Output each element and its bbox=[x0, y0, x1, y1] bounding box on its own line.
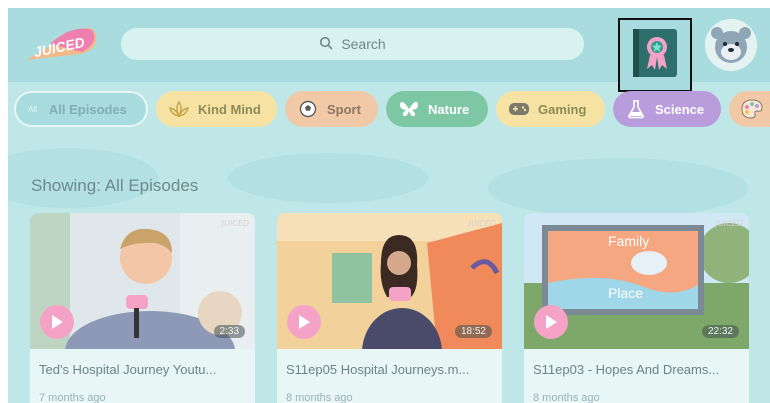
juiced-watermark-icon: JUICED bbox=[468, 219, 496, 228]
category-label: All Episodes bbox=[48, 101, 127, 117]
profile-avatar[interactable] bbox=[705, 19, 757, 71]
episode-card[interactable]: JUICED 18:52 S11ep05 Hospital Journeys.m… bbox=[277, 213, 502, 403]
flask-icon bbox=[625, 98, 647, 120]
episode-thumbnail[interactable]: JUICED 18:52 bbox=[277, 213, 502, 349]
search-bar[interactable]: Search bbox=[121, 28, 584, 60]
all-badge: All bbox=[28, 104, 37, 114]
butterfly-icon bbox=[398, 98, 420, 120]
gamepad-icon bbox=[508, 98, 530, 120]
duration-badge: 22:32 bbox=[701, 325, 739, 338]
achievements-book-button[interactable] bbox=[618, 18, 692, 92]
episode-date: 8 months ago bbox=[286, 392, 353, 403]
episode-date: 8 months ago bbox=[533, 392, 600, 403]
category-label: Sport bbox=[327, 101, 361, 117]
app-window: JUICED Search All All Episodes Kind Mind… bbox=[8, 8, 770, 403]
sign-text-family: Family bbox=[608, 233, 650, 249]
category-sport[interactable]: Sport bbox=[285, 91, 378, 127]
duration-badge: 18:52 bbox=[454, 325, 492, 338]
juiced-watermark-icon: JUICED bbox=[221, 219, 249, 228]
category-label: Kind Mind bbox=[198, 101, 261, 117]
background-cloud bbox=[488, 158, 748, 218]
background-cloud bbox=[228, 153, 428, 203]
episode-card[interactable]: JUICED 2:33 Ted's Hospital Journey Youtu… bbox=[30, 213, 255, 403]
play-icon bbox=[546, 315, 557, 329]
duration-badge: 2:33 bbox=[213, 325, 245, 338]
episode-card[interactable]: Family Place JUICED 22:32 S11ep03 - Hope… bbox=[524, 213, 749, 403]
category-bar: All All Episodes Kind Mind Sport Nature bbox=[8, 91, 770, 129]
top-bar: JUICED Search bbox=[8, 8, 770, 92]
category-label: Nature bbox=[428, 101, 470, 117]
play-button[interactable] bbox=[534, 305, 568, 339]
category-label: Gaming bbox=[538, 101, 587, 117]
play-icon bbox=[299, 315, 310, 329]
lotus-icon bbox=[168, 98, 190, 120]
sign-text-place: Place bbox=[608, 285, 644, 301]
category-science[interactable]: Science bbox=[613, 91, 721, 127]
episode-thumbnail[interactable]: JUICED 2:33 bbox=[30, 213, 255, 349]
play-icon bbox=[52, 315, 63, 329]
award-book-icon bbox=[631, 27, 679, 83]
category-art[interactable] bbox=[729, 91, 770, 127]
episode-title[interactable]: S11ep05 Hospital Journeys.m... bbox=[286, 362, 496, 377]
category-all-episodes[interactable]: All All Episodes bbox=[14, 91, 148, 127]
juiced-logo[interactable]: JUICED bbox=[20, 22, 100, 66]
category-kind-mind[interactable]: Kind Mind bbox=[156, 91, 277, 127]
episode-title[interactable]: Ted's Hospital Journey Youtu... bbox=[39, 362, 249, 377]
search-icon bbox=[319, 36, 333, 53]
episode-date: 7 months ago bbox=[39, 392, 106, 403]
play-button[interactable] bbox=[287, 305, 321, 339]
soccer-ball-icon bbox=[297, 98, 319, 120]
category-nature[interactable]: Nature bbox=[386, 91, 488, 127]
episode-thumbnail[interactable]: Family Place JUICED 22:32 bbox=[524, 213, 749, 349]
showing-heading: Showing: All Episodes bbox=[31, 176, 199, 195]
juiced-watermark-icon: JUICED bbox=[715, 219, 743, 228]
play-button[interactable] bbox=[40, 305, 74, 339]
category-gaming[interactable]: Gaming bbox=[496, 91, 605, 127]
palette-icon bbox=[741, 98, 763, 120]
search-placeholder: Search bbox=[341, 36, 386, 52]
episode-title[interactable]: S11ep03 - Hopes And Dreams... bbox=[533, 362, 743, 377]
category-label: Science bbox=[655, 101, 705, 117]
